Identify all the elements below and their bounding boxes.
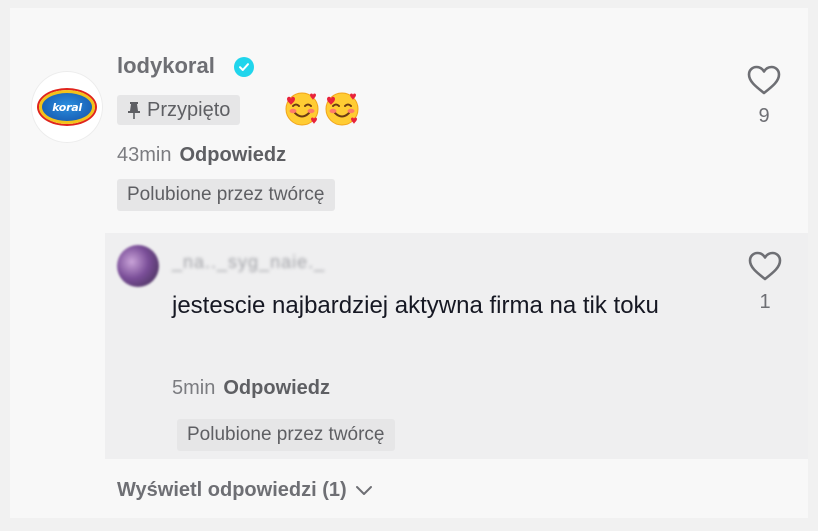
logo-text: koral [52,100,82,114]
reply-button[interactable]: Odpowiedz [179,144,286,166]
reply-meta: 5min Odpowiedz [172,377,330,400]
comment-username[interactable]: lodykoral [117,53,215,79]
pinned-badge: Przypięto [117,95,241,125]
comment-time: 43min [117,144,172,166]
reply-liked-by-creator-tag: Polubione przez twórcę [177,419,395,451]
avatar-lodykoral[interactable]: koral [31,71,103,143]
heart-icon[interactable] [746,64,782,96]
reply-like-count: 1 [759,291,771,313]
smiling-face-with-hearts-icon [285,92,319,126]
comment-meta: 43min Odpowiedz [117,144,286,167]
reply-username[interactable]: _na.._syg_naie._ [172,252,325,273]
reply-avatar[interactable] [117,245,159,287]
view-replies-button[interactable]: Wyświetl odpowiedzi (1) [117,479,373,502]
pinned-label: Przypięto [147,98,231,121]
chevron-down-icon [355,485,372,495]
koral-logo: koral [39,90,95,124]
reply-text: jestescie najbardziej aktywna firma na t… [172,292,659,319]
pin-icon [128,102,140,119]
reply-time: 5min [172,377,216,399]
reply-heart-icon[interactable] [747,250,783,282]
reply-reply-button[interactable]: Odpowiedz [223,377,330,399]
like-count: 9 [758,105,770,127]
view-replies-label: Wyświetl odpowiedzi (1) [117,479,347,501]
smiling-face-with-hearts-icon [325,92,359,126]
verified-badge-icon [234,57,254,77]
liked-by-creator-tag: Polubione przez twórcę [117,179,335,211]
